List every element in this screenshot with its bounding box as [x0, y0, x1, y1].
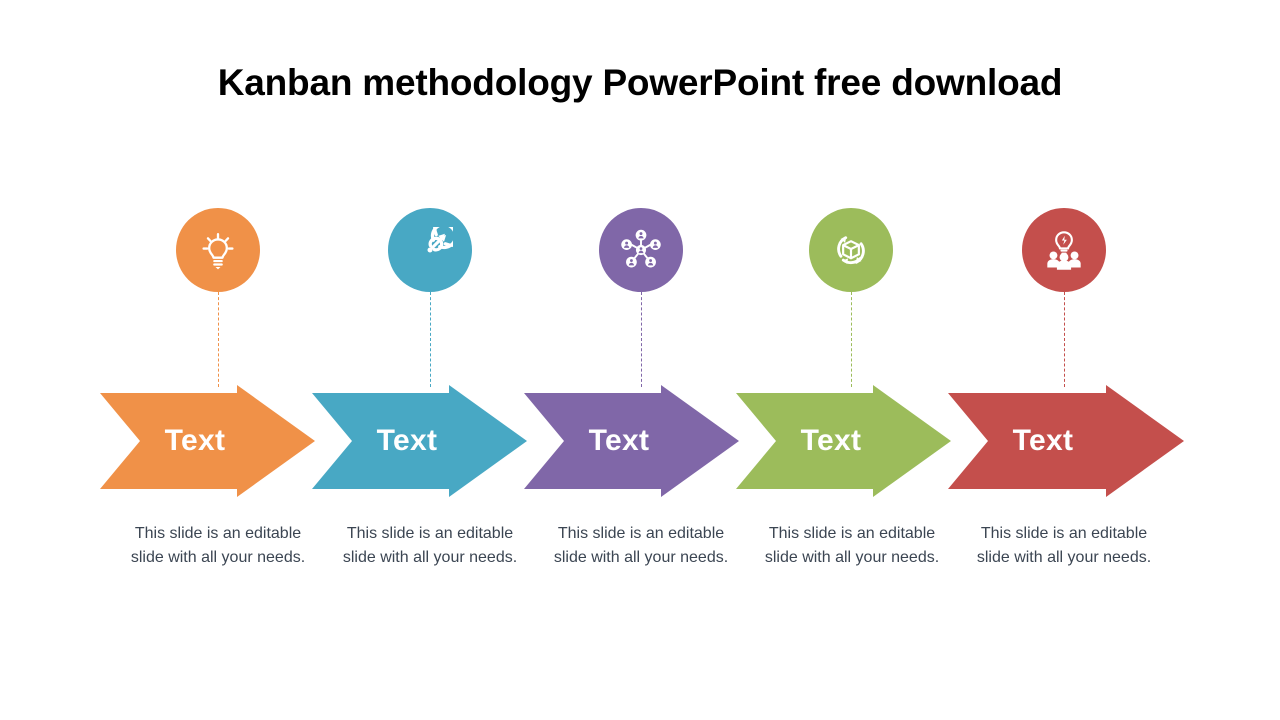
target-arrow-icon: [407, 227, 453, 273]
step-icon-1[interactable]: [176, 208, 260, 292]
connector-line-4: [851, 292, 852, 387]
step-caption-4: This slide is an editable slide with all…: [764, 525, 940, 566]
process-arrow-row: Text Text Text Text Text: [0, 385, 1280, 497]
box-recycle-cycle-icon: [828, 227, 874, 273]
step-caption-5: This slide is an editable slide with all…: [976, 525, 1152, 566]
step-icon-2[interactable]: [388, 208, 472, 292]
team-idea-bulb-icon: [1041, 227, 1087, 273]
lightbulb-idea-icon: [195, 227, 241, 273]
process-arrow-1[interactable]: [100, 385, 315, 497]
step-icon-4[interactable]: [809, 208, 893, 292]
step-caption-2: This slide is an editable slide with all…: [342, 525, 518, 566]
slide-canvas: Kanban methodology PowerPoint free downl…: [0, 0, 1280, 720]
network-team-hub-icon: [618, 227, 664, 273]
connector-line-1: [218, 292, 219, 387]
process-arrow-3[interactable]: [524, 385, 739, 497]
connector-line-3: [641, 292, 642, 387]
process-arrow-5[interactable]: [948, 385, 1184, 497]
step-icon-3[interactable]: [599, 208, 683, 292]
icon-row: [0, 0, 1280, 720]
connector-line-5: [1064, 292, 1065, 387]
step-caption-1: This slide is an editable slide with all…: [130, 525, 306, 566]
step-caption-3: This slide is an editable slide with all…: [553, 525, 729, 566]
connector-line-2: [430, 292, 431, 387]
process-arrow-2[interactable]: [312, 385, 527, 497]
process-arrow-4[interactable]: [736, 385, 951, 497]
step-icon-5[interactable]: [1022, 208, 1106, 292]
page-title: Kanban methodology PowerPoint free downl…: [217, 62, 1063, 103]
